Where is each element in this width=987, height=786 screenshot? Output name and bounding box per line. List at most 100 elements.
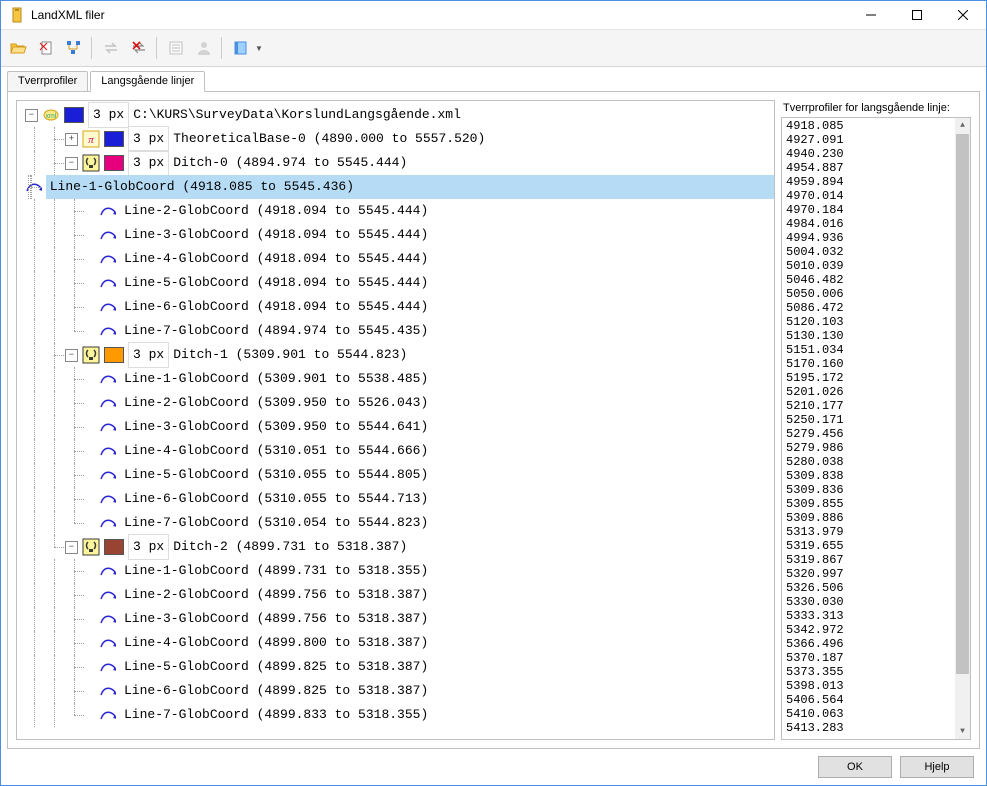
list-item[interactable]: 5330.030 [786,595,966,609]
tree-line-node[interactable]: Line-7-GlobCoord (4899.833 to 5318.355) [19,703,774,727]
delete-doc-button[interactable] [33,35,59,61]
color-swatch[interactable] [104,539,124,555]
tree-line-node[interactable]: Line-5-GlobCoord (4918.094 to 5545.444) [19,271,774,295]
list-item[interactable]: 5406.564 [786,693,966,707]
help-button[interactable]: Hjelp [900,756,974,778]
close-button[interactable] [940,1,986,29]
list-item[interactable]: 5195.172 [786,371,966,385]
tree-root-node[interactable]: −xml3 pxC:\KURS\SurveyData\KorslundLangs… [19,103,774,127]
minimize-button[interactable] [848,1,894,29]
list-item[interactable]: 5342.972 [786,623,966,637]
list-item[interactable]: 5046.482 [786,273,966,287]
list-item[interactable]: 4984.016 [786,217,966,231]
tree-group-node[interactable]: −3 pxDitch-1 (5309.901 to 5544.823) [19,343,774,367]
list-item[interactable]: 5413.283 [786,721,966,735]
tree-line-node[interactable]: Line-6-GlobCoord (4918.094 to 5545.444) [19,295,774,319]
scrollbar-down-icon[interactable]: ▼ [955,724,970,739]
tree-line-node[interactable]: Line-2-GlobCoord (5309.950 to 5526.043) [19,391,774,415]
scrollbar[interactable]: ▲ ▼ [955,118,970,739]
list-item[interactable]: 5120.103 [786,315,966,329]
tree-line-node[interactable]: Line-3-GlobCoord (4918.094 to 5545.444) [19,223,774,247]
collapse-toggle[interactable]: − [25,109,38,122]
list-item[interactable]: 5410.063 [786,707,966,721]
expand-toggle[interactable]: + [65,133,78,146]
list-item[interactable]: 5280.038 [786,455,966,469]
list-item[interactable]: 5313.979 [786,525,966,539]
list-item[interactable]: 5309.886 [786,511,966,525]
list-item[interactable]: 5010.039 [786,259,966,273]
tree-group-node[interactable]: +π3 pxTheoreticalBase-0 (4890.000 to 555… [19,127,774,151]
swap-button[interactable] [98,35,124,61]
tree-line-node[interactable]: Line-4-GlobCoord (4918.094 to 5545.444) [19,247,774,271]
tree-line-node[interactable]: Line-6-GlobCoord (4899.825 to 5318.387) [19,679,774,703]
tree-line-node[interactable]: Line-3-GlobCoord (4899.756 to 5318.387) [19,607,774,631]
tree-line-node[interactable]: Line-1-GlobCoord (5309.901 to 5538.485) [19,367,774,391]
list-item[interactable]: 5309.838 [786,469,966,483]
list-item[interactable]: 5170.160 [786,357,966,371]
list-item[interactable]: 4970.014 [786,189,966,203]
user-button[interactable] [191,35,217,61]
tab-langsgaende-linjer[interactable]: Langsgående linjer [90,71,205,92]
tree-line-node[interactable]: Line-3-GlobCoord (5309.950 to 5544.641) [19,415,774,439]
list-button[interactable] [163,35,189,61]
list-item[interactable]: 5319.867 [786,553,966,567]
book-dropdown[interactable]: ▼ [228,35,263,61]
tree-view[interactable]: −xml3 pxC:\KURS\SurveyData\KorslundLangs… [16,100,775,740]
tree-line-node[interactable]: Line-6-GlobCoord (5310.055 to 5544.713) [19,487,774,511]
list-item[interactable]: 5320.997 [786,567,966,581]
tree-line-node[interactable]: Line-2-GlobCoord (4918.094 to 5545.444) [19,199,774,223]
list-item[interactable]: 5151.034 [786,343,966,357]
color-swatch[interactable] [104,131,124,147]
list-item[interactable]: 5130.130 [786,329,966,343]
list-item[interactable]: 4918.085 [786,119,966,133]
tree-group-node[interactable]: −3 pxDitch-2 (4899.731 to 5318.387) [19,535,774,559]
collapse-toggle[interactable]: − [65,349,78,362]
list-item[interactable]: 5279.986 [786,441,966,455]
list-item[interactable]: 5201.026 [786,385,966,399]
open-folder-button[interactable] [5,35,31,61]
tree-line-node[interactable]: Line-1-GlobCoord (4899.731 to 5318.355) [19,559,774,583]
list-item[interactable]: 5319.655 [786,539,966,553]
edit-nodes-button[interactable] [61,35,87,61]
list-item[interactable]: 5370.187 [786,651,966,665]
tree-line-node[interactable]: Line-4-GlobCoord (5310.051 to 5544.666) [19,439,774,463]
list-item[interactable]: 4927.091 [786,133,966,147]
list-item[interactable]: 5210.177 [786,399,966,413]
list-item[interactable]: 5309.836 [786,483,966,497]
list-item[interactable]: 5086.472 [786,301,966,315]
delete-node-button[interactable] [126,35,152,61]
maximize-button[interactable] [894,1,940,29]
list-item[interactable]: 5373.355 [786,665,966,679]
color-swatch[interactable] [104,347,124,363]
list-item[interactable]: 5326.506 [786,581,966,595]
list-item[interactable]: 4994.936 [786,231,966,245]
list-item[interactable]: 5398.013 [786,679,966,693]
list-item[interactable]: 5250.171 [786,413,966,427]
list-item[interactable]: 5050.006 [786,287,966,301]
tree-line-node[interactable]: Line-5-GlobCoord (4899.825 to 5318.387) [19,655,774,679]
ok-button[interactable]: OK [818,756,892,778]
list-item[interactable]: 4959.894 [786,175,966,189]
collapse-toggle[interactable]: − [65,541,78,554]
tree-line-node[interactable]: Line-1-GlobCoord (4918.085 to 5545.436) [19,175,774,199]
list-item[interactable]: 5309.855 [786,497,966,511]
list-item[interactable]: 4940.230 [786,147,966,161]
tree-line-node[interactable]: Line-2-GlobCoord (4899.756 to 5318.387) [19,583,774,607]
profile-listbox[interactable]: 4918.0854927.0914940.2304954.8874959.894… [781,117,971,740]
color-swatch[interactable] [104,155,124,171]
scrollbar-up-icon[interactable]: ▲ [955,118,970,133]
color-swatch[interactable] [64,107,84,123]
list-item[interactable]: 5366.496 [786,637,966,651]
list-item[interactable]: 5333.313 [786,609,966,623]
collapse-toggle[interactable]: − [65,157,78,170]
tree-line-node[interactable]: Line-4-GlobCoord (4899.800 to 5318.387) [19,631,774,655]
tree-line-node[interactable]: Line-5-GlobCoord (5310.055 to 5544.805) [19,463,774,487]
tree-group-node[interactable]: −3 pxDitch-0 (4894.974 to 5545.444) [19,151,774,175]
list-item[interactable]: 4970.184 [786,203,966,217]
list-item[interactable]: 4954.887 [786,161,966,175]
scrollbar-thumb[interactable] [956,134,969,674]
tree-line-node[interactable]: Line-7-GlobCoord (4894.974 to 5545.435) [19,319,774,343]
tab-tverrprofiler[interactable]: Tverrprofiler [7,71,88,92]
list-item[interactable]: 5004.032 [786,245,966,259]
tree-line-node[interactable]: Line-7-GlobCoord (5310.054 to 5544.823) [19,511,774,535]
